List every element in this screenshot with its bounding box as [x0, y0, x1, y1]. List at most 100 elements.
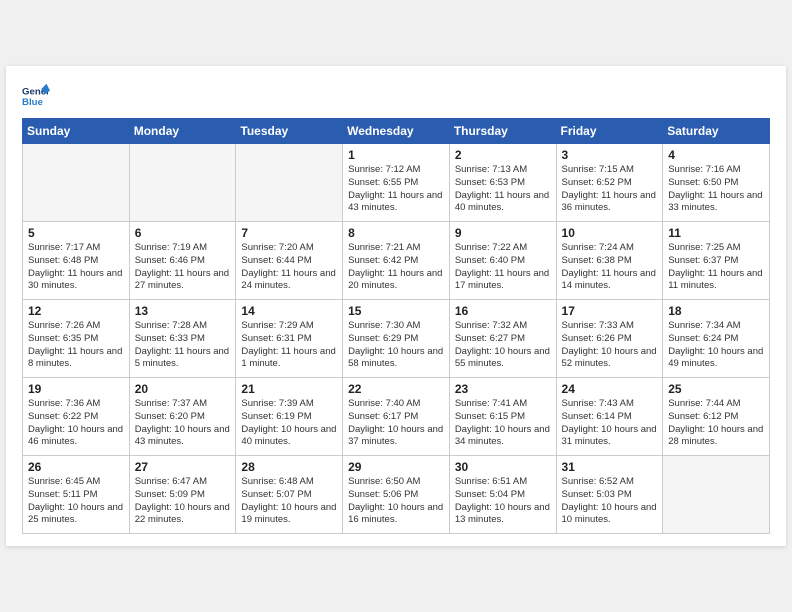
day-number: 30	[455, 460, 551, 474]
day-cell-21: 21 Sunrise: 7:39 AMSunset: 6:19 PMDayligh…	[236, 378, 343, 456]
cell-info: Sunrise: 7:13 AMSunset: 6:53 PMDaylight:…	[455, 164, 551, 215]
day-number: 7	[241, 226, 337, 240]
cell-info: Sunrise: 7:16 AMSunset: 6:50 PMDaylight:…	[668, 164, 764, 215]
day-number: 4	[668, 148, 764, 162]
cell-info: Sunrise: 6:47 AMSunset: 5:09 PMDaylight:…	[135, 476, 231, 527]
cell-info: Sunrise: 7:37 AMSunset: 6:20 PMDaylight:…	[135, 398, 231, 449]
cell-info: Sunrise: 7:44 AMSunset: 6:12 PMDaylight:…	[668, 398, 764, 449]
day-cell-19: 19 Sunrise: 7:36 AMSunset: 6:22 PMDayligh…	[23, 378, 130, 456]
day-number: 13	[135, 304, 231, 318]
day-number: 28	[241, 460, 337, 474]
cell-info: Sunrise: 7:28 AMSunset: 6:33 PMDaylight:…	[135, 320, 231, 371]
cell-info: Sunrise: 7:20 AMSunset: 6:44 PMDaylight:…	[241, 242, 337, 293]
day-number: 20	[135, 382, 231, 396]
cell-info: Sunrise: 7:43 AMSunset: 6:14 PMDaylight:…	[562, 398, 658, 449]
day-number: 24	[562, 382, 658, 396]
weekday-header-monday: Monday	[129, 119, 236, 144]
day-cell-18: 18Sunrise: 7:34 AMSunset: 6:24 PMDayligh…	[663, 300, 770, 378]
day-number: 15	[348, 304, 444, 318]
cell-info: Sunrise: 7:25 AMSunset: 6:37 PMDaylight:…	[668, 242, 764, 293]
day-cell-30: 30Sunrise: 6:51 AMSunset: 5:04 PMDayligh…	[449, 456, 556, 534]
empty-cell	[23, 144, 130, 222]
cell-info: Sunrise: 7:36 AMSunset: 6:22 PMDaylight:…	[28, 398, 124, 449]
day-cell-25: 25 Sunrise: 7:44 AMSunset: 6:12 PMDayligh…	[663, 378, 770, 456]
day-cell-3: 3 Sunrise: 7:15 AMSunset: 6:52 PMDaylight…	[556, 144, 663, 222]
weekday-header-friday: Friday	[556, 119, 663, 144]
day-cell-1: 1Sunrise: 7:12 AMSunset: 6:55 PMDaylight…	[343, 144, 450, 222]
day-cell-22: 22 Sunrise: 7:40 AMSunset: 6:17 PMDayligh…	[343, 378, 450, 456]
week-row-1: 5 Sunrise: 7:17 AMSunset: 6:48 PMDaylight…	[23, 222, 770, 300]
day-number: 16	[455, 304, 551, 318]
day-cell-12: 12 Sunrise: 7:26 AMSunset: 6:35 PMDayligh…	[23, 300, 130, 378]
cell-info: Sunrise: 6:48 AMSunset: 5:07 PMDaylight:…	[241, 476, 337, 527]
cell-info: Sunrise: 7:30 AMSunset: 6:29 PMDaylight:…	[348, 320, 444, 371]
day-number: 22	[348, 382, 444, 396]
cell-info: Sunrise: 7:17 AMSunset: 6:48 PMDaylight:…	[28, 242, 124, 293]
weekday-header-thursday: Thursday	[449, 119, 556, 144]
logo: General Blue	[22, 82, 50, 110]
day-cell-8: 8 Sunrise: 7:21 AMSunset: 6:42 PMDaylight…	[343, 222, 450, 300]
day-number: 2	[455, 148, 551, 162]
day-cell-11: 11 Sunrise: 7:25 AMSunset: 6:37 PMDayligh…	[663, 222, 770, 300]
day-number: 12	[28, 304, 124, 318]
logo-icon: General Blue	[22, 82, 50, 110]
day-number: 10	[562, 226, 658, 240]
cell-info: Sunrise: 7:15 AMSunset: 6:52 PMDaylight:…	[562, 164, 658, 215]
day-number: 17	[562, 304, 658, 318]
day-number: 11	[668, 226, 764, 240]
weekday-header-saturday: Saturday	[663, 119, 770, 144]
cell-info: Sunrise: 6:50 AMSunset: 5:06 PMDaylight:…	[348, 476, 444, 527]
day-cell-29: 29 Sunrise: 6:50 AMSunset: 5:06 PMDayligh…	[343, 456, 450, 534]
day-cell-13: 13 Sunrise: 7:28 AMSunset: 6:33 PMDayligh…	[129, 300, 236, 378]
day-number: 9	[455, 226, 551, 240]
day-number: 26	[28, 460, 124, 474]
calendar-table: SundayMondayTuesdayWednesdayThursdayFrid…	[22, 118, 770, 534]
day-cell-2: 2 Sunrise: 7:13 AMSunset: 6:53 PMDaylight…	[449, 144, 556, 222]
cell-info: Sunrise: 7:39 AMSunset: 6:19 PMDaylight:…	[241, 398, 337, 449]
day-number: 6	[135, 226, 231, 240]
day-cell-7: 7 Sunrise: 7:20 AMSunset: 6:44 PMDaylight…	[236, 222, 343, 300]
day-number: 27	[135, 460, 231, 474]
day-number: 29	[348, 460, 444, 474]
day-cell-27: 27 Sunrise: 6:47 AMSunset: 5:09 PMDayligh…	[129, 456, 236, 534]
week-row-4: 26 Sunrise: 6:45 AMSunset: 5:11 PMDayligh…	[23, 456, 770, 534]
day-cell-9: 9 Sunrise: 7:22 AMSunset: 6:40 PMDaylight…	[449, 222, 556, 300]
svg-text:Blue: Blue	[22, 97, 43, 108]
cell-info: Sunrise: 7:32 AMSunset: 6:27 PMDaylight:…	[455, 320, 551, 371]
cell-info: Sunrise: 7:40 AMSunset: 6:17 PMDaylight:…	[348, 398, 444, 449]
day-cell-14: 14Sunrise: 7:29 AMSunset: 6:31 PMDayligh…	[236, 300, 343, 378]
empty-cell	[236, 144, 343, 222]
day-number: 14	[241, 304, 337, 318]
week-row-0: 1Sunrise: 7:12 AMSunset: 6:55 PMDaylight…	[23, 144, 770, 222]
day-cell-31: 31Sunrise: 6:52 AMSunset: 5:03 PMDayligh…	[556, 456, 663, 534]
day-number: 21	[241, 382, 337, 396]
day-cell-20: 20 Sunrise: 7:37 AMSunset: 6:20 PMDayligh…	[129, 378, 236, 456]
day-number: 3	[562, 148, 658, 162]
calendar-header: General Blue	[22, 82, 770, 110]
cell-info: Sunrise: 7:34 AMSunset: 6:24 PMDaylight:…	[668, 320, 764, 371]
cell-info: Sunrise: 7:22 AMSunset: 6:40 PMDaylight:…	[455, 242, 551, 293]
day-cell-15: 15 Sunrise: 7:30 AMSunset: 6:29 PMDayligh…	[343, 300, 450, 378]
cell-info: Sunrise: 7:19 AMSunset: 6:46 PMDaylight:…	[135, 242, 231, 293]
day-number: 8	[348, 226, 444, 240]
day-cell-17: 17 Sunrise: 7:33 AMSunset: 6:26 PMDayligh…	[556, 300, 663, 378]
day-number: 19	[28, 382, 124, 396]
day-number: 31	[562, 460, 658, 474]
day-number: 23	[455, 382, 551, 396]
day-cell-4: 4 Sunrise: 7:16 AMSunset: 6:50 PMDaylight…	[663, 144, 770, 222]
day-cell-16: 16 Sunrise: 7:32 AMSunset: 6:27 PMDayligh…	[449, 300, 556, 378]
weekday-header-wednesday: Wednesday	[343, 119, 450, 144]
empty-cell	[663, 456, 770, 534]
cell-info: Sunrise: 7:26 AMSunset: 6:35 PMDaylight:…	[28, 320, 124, 371]
day-number: 25	[668, 382, 764, 396]
day-cell-24: 24 Sunrise: 7:43 AMSunset: 6:14 PMDayligh…	[556, 378, 663, 456]
cell-info: Sunrise: 6:45 AMSunset: 5:11 PMDaylight:…	[28, 476, 124, 527]
day-cell-10: 10Sunrise: 7:24 AMSunset: 6:38 PMDayligh…	[556, 222, 663, 300]
day-cell-23: 23Sunrise: 7:41 AMSunset: 6:15 PMDayligh…	[449, 378, 556, 456]
day-cell-5: 5 Sunrise: 7:17 AMSunset: 6:48 PMDaylight…	[23, 222, 130, 300]
cell-info: Sunrise: 7:33 AMSunset: 6:26 PMDaylight:…	[562, 320, 658, 371]
day-cell-6: 6 Sunrise: 7:19 AMSunset: 6:46 PMDaylight…	[129, 222, 236, 300]
weekday-header-tuesday: Tuesday	[236, 119, 343, 144]
day-number: 5	[28, 226, 124, 240]
cell-info: Sunrise: 7:21 AMSunset: 6:42 PMDaylight:…	[348, 242, 444, 293]
